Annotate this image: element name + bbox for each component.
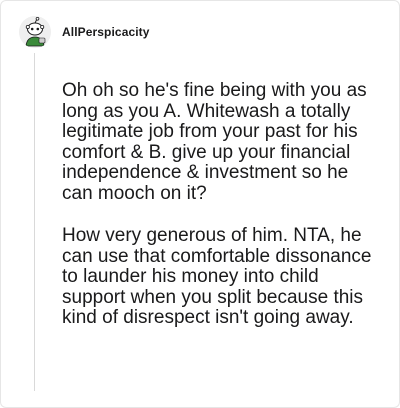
- comment-paragraph: How very generous of him. NTA, he can us…: [62, 225, 372, 328]
- avatar-graphic: [19, 16, 51, 48]
- comment-body: Oh oh so he's fine being with you as lon…: [62, 80, 382, 351]
- comment-paragraph: Oh oh so he's fine being with you as lon…: [62, 80, 367, 204]
- snoo-avatar-icon[interactable]: [19, 16, 51, 48]
- comment-header: AllPerspicacity: [19, 16, 150, 48]
- thread-line[interactable]: [34, 53, 35, 391]
- comment-card: AllPerspicacity Oh oh so he's fine being…: [0, 0, 400, 408]
- username-link[interactable]: AllPerspicacity: [62, 25, 150, 39]
